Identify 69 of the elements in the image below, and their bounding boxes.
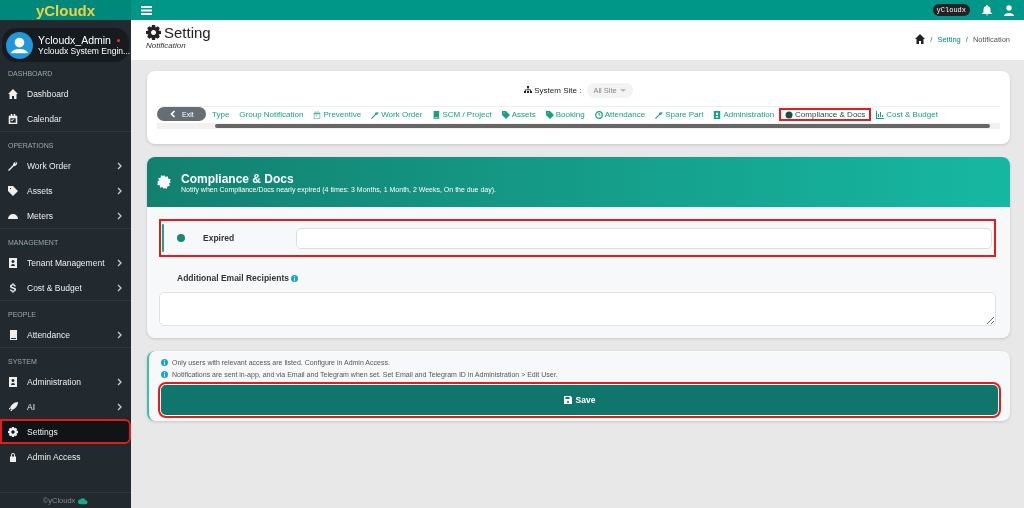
brand-logo: yCloudx (0, 0, 131, 20)
info-icon (161, 371, 168, 378)
tab[interactable]: Administration (708, 108, 780, 121)
lock-icon (8, 451, 18, 462)
card-icon (8, 329, 18, 340)
tab[interactable]: Booking (540, 108, 590, 121)
avatar-icon (6, 31, 33, 59)
page-subtitle: Notification (146, 41, 187, 50)
bell-icon[interactable] (982, 4, 992, 16)
chevron-left-icon (169, 110, 177, 118)
sidebar-item[interactable]: Work Order (0, 153, 131, 178)
sidebar-item[interactable]: Dashboard (0, 81, 131, 106)
sidebar-item[interactable]: Tenant Management (0, 250, 131, 275)
tab[interactable]: Type (207, 108, 235, 121)
contact-card-icon (713, 110, 722, 119)
tab[interactable]: Work Order (366, 108, 428, 121)
input-field[interactable] (296, 227, 992, 249)
tab[interactable]: Cost & Budget (871, 108, 943, 121)
wrench-icon (8, 160, 18, 171)
sidebar-item[interactable]: Administration (0, 369, 131, 394)
tag-icon (501, 110, 510, 119)
sidebar-item[interactable]: Cost & Budget (0, 275, 131, 300)
tab[interactable]: Attendance (589, 108, 651, 121)
field-label: Additional Email Recipients (177, 273, 289, 283)
home-icon[interactable] (915, 34, 926, 44)
dollar-icon (8, 282, 18, 293)
tab[interactable]: Compliance & Docs (779, 108, 872, 121)
user-role: Ycloudx System Engin... (38, 46, 131, 56)
status-dot (177, 234, 185, 242)
contact-card-icon (8, 257, 18, 268)
user-icon[interactable] (1004, 4, 1014, 16)
page-title: Setting (164, 24, 211, 41)
clock-icon (594, 110, 603, 119)
sidebar-item[interactable]: Assets (0, 178, 131, 203)
sidebar-item[interactable]: Meters (0, 203, 131, 228)
field-label: Expired (203, 233, 236, 243)
sidebar-item[interactable]: AI (0, 394, 131, 419)
settings-icon (146, 25, 161, 40)
info-icon (290, 274, 298, 282)
cloud-icon (78, 495, 89, 506)
tag-icon (8, 185, 18, 196)
menu-icon[interactable] (141, 5, 152, 15)
tab[interactable]: Assets (496, 108, 541, 121)
contact-card-icon (8, 376, 18, 387)
tab[interactable]: SCM / Project (427, 108, 497, 121)
sidebar-item[interactable]: Attendance (0, 322, 131, 347)
tab[interactable]: Preventive (308, 108, 367, 121)
document-icon (432, 110, 441, 119)
calendar-icon (313, 110, 322, 119)
settings-icon (8, 426, 18, 437)
sidebar-item[interactable]: Calendar (0, 106, 131, 131)
bar-chart-icon (876, 110, 885, 119)
info-icon (161, 359, 168, 366)
caret-icon (618, 86, 627, 94)
tab[interactable]: Spare Part (650, 108, 709, 121)
sitemap-icon (524, 86, 533, 94)
calendar-icon (8, 113, 18, 124)
user-name: Ycloudx_Admin (38, 34, 111, 46)
scrollbar-thumb[interactable] (215, 124, 990, 128)
wrench-icon (371, 110, 380, 119)
badge-icon (157, 175, 171, 189)
dot-icon (785, 110, 794, 119)
tab[interactable]: Group Notification (234, 108, 309, 121)
save-button[interactable]: Save (161, 385, 998, 415)
sidebar-item[interactable]: Settings (0, 419, 131, 444)
filter-label: System Site : (534, 85, 582, 95)
section-title: Compliance & Docs (181, 171, 295, 186)
sidebar-item[interactable]: Admin Access (0, 444, 131, 469)
home-icon (8, 88, 18, 99)
